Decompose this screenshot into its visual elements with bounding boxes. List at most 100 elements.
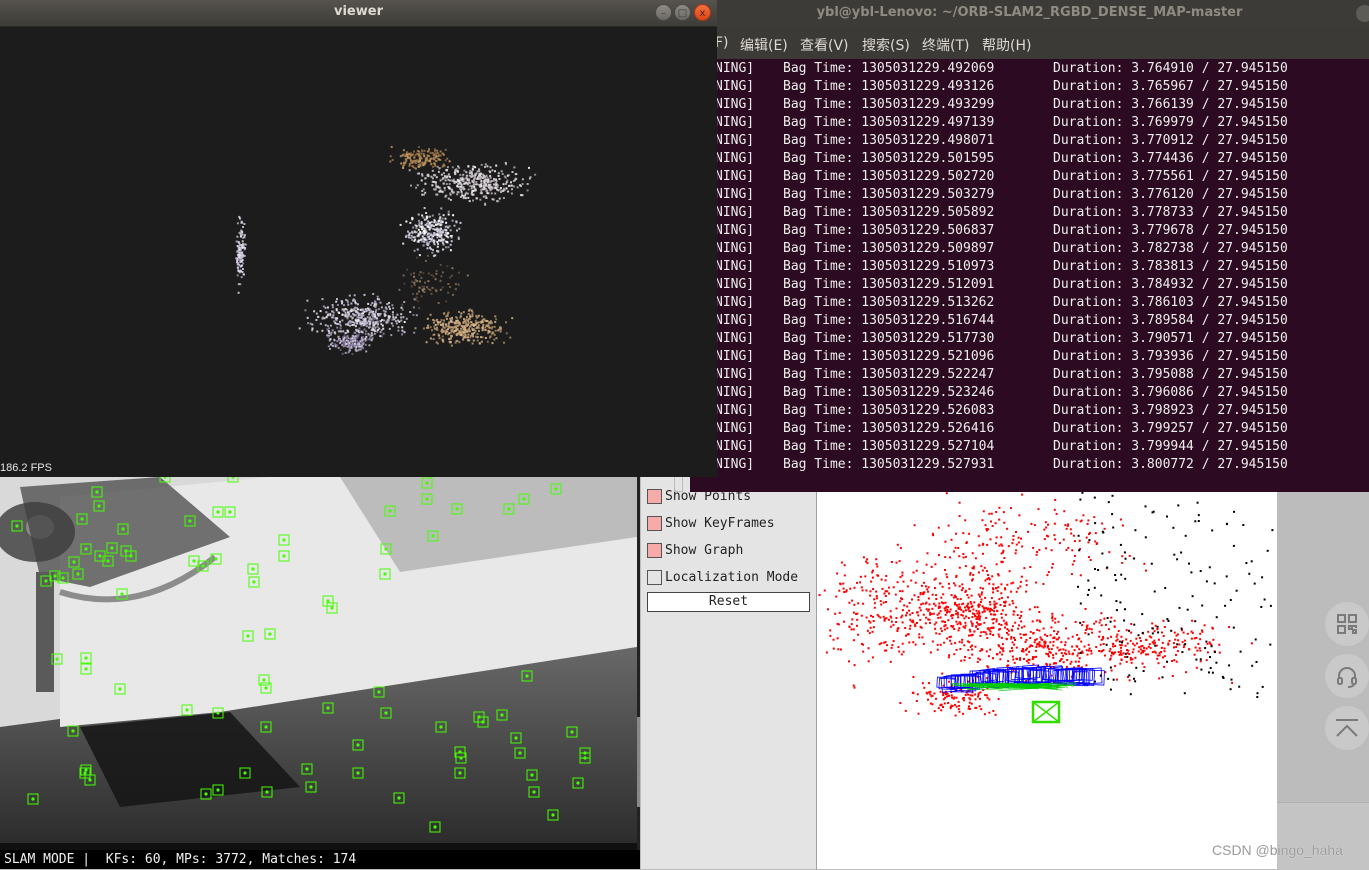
log-level: NING] <box>715 366 754 384</box>
duration: Duration: 3.783813 / 27.945150 <box>1053 258 1288 276</box>
show-graph-checkbox[interactable]: Show Graph <box>647 541 743 559</box>
close-icon: x <box>700 8 706 19</box>
page-side-rail <box>1277 490 1369 869</box>
log-level: NING] <box>715 132 754 150</box>
bag-time: Bag Time: 1305031229.502720 <box>783 168 994 186</box>
map-viewer-window: Show Points Show KeyFrames Show Graph Lo… <box>641 477 1277 869</box>
bag-time: Bag Time: 1305031229.526416 <box>783 420 994 438</box>
bag-time: Bag Time: 1305031229.501595 <box>783 150 994 168</box>
duration: Duration: 3.789584 / 27.945150 <box>1053 312 1288 330</box>
checkbox-label: Show Graph <box>665 543 743 558</box>
bag-time: Bag Time: 1305031229.503279 <box>783 186 994 204</box>
checkbox-box[interactable] <box>647 489 662 504</box>
log-line: NING]Bag Time: 1305031229.492069Duration… <box>690 60 1369 78</box>
checkbox-box[interactable] <box>647 516 662 531</box>
minimize-button[interactable] <box>1356 5 1369 22</box>
duration: Duration: 3.782738 / 27.945150 <box>1053 240 1288 258</box>
duration: Duration: 3.799944 / 27.945150 <box>1053 438 1288 456</box>
localization-mode-checkbox[interactable]: Localization Mode <box>647 568 798 586</box>
log-line: NING]Bag Time: 1305031229.497139Duration… <box>690 114 1369 132</box>
bag-time: Bag Time: 1305031229.512091 <box>783 276 994 294</box>
headset-icon <box>1335 664 1359 688</box>
log-line: NING]Bag Time: 1305031229.509897Duration… <box>690 240 1369 258</box>
log-level: NING] <box>715 114 754 132</box>
checkbox-label: Localization Mode <box>665 570 798 585</box>
log-level: NING] <box>715 276 754 294</box>
camera-image <box>0 477 637 850</box>
reset-button[interactable]: Reset <box>647 592 810 612</box>
duration: Duration: 3.764910 / 27.945150 <box>1053 60 1288 78</box>
menu-help[interactable]: 帮助(H) <box>982 35 1031 55</box>
viewer-titlebar[interactable]: viewer – □ x <box>0 0 717 27</box>
checkbox-box[interactable] <box>647 543 662 558</box>
minimize-button[interactable]: – <box>655 4 672 21</box>
log-line: NING]Bag Time: 1305031229.506837Duration… <box>690 222 1369 240</box>
terminal-cursor <box>674 476 683 492</box>
log-line: NING]Bag Time: 1305031229.526083Duration… <box>690 402 1369 420</box>
frame-scrollbar[interactable] <box>637 477 640 869</box>
duration: Duration: 3.765967 / 27.945150 <box>1053 78 1288 96</box>
log-line: NING] Bag Time: 1305031229.526416 Duration… <box>690 420 1369 438</box>
duration: Duration: 3.784932 / 27.945150 <box>1053 276 1288 294</box>
log-level: NING] <box>715 60 754 78</box>
duration: Duration: 3.793936 / 27.945150 <box>1053 348 1288 366</box>
map-control-panel: Show Points Show KeyFrames Show Graph Lo… <box>641 477 817 869</box>
bag-time: Bag Time: 1305031229.493299 <box>783 96 994 114</box>
camera-frame-canvas <box>0 477 637 850</box>
bag-time: Bag Time: 1305031229.526083 <box>783 402 994 420</box>
duration: Duration: 3.800772 / 27.945150 <box>1053 456 1288 474</box>
minimize-icon: – <box>661 8 666 19</box>
log-level: NING] <box>715 222 754 240</box>
current-camera <box>1033 702 1059 722</box>
window-title: viewer <box>0 4 717 19</box>
log-line: NING]Bag Time: 1305031229.522247Duration… <box>690 366 1369 384</box>
checkbox-box[interactable] <box>647 570 662 585</box>
log-line: NING] Bag Time: 1305031229.512091 Duration… <box>690 276 1369 294</box>
log-level: NING] <box>715 348 754 366</box>
log-level: NING] <box>715 168 754 186</box>
back-to-top-button[interactable] <box>1325 706 1369 750</box>
scrollbar-thumb[interactable] <box>637 717 640 807</box>
log-level: NING] <box>715 402 754 420</box>
duration: Duration: 3.799257 / 27.945150 <box>1053 420 1288 438</box>
terminal-window: ybl@ybl-Lenovo: ~/ORB-SLAM2_RGBD_DENSE_M… <box>690 0 1369 492</box>
menu-terminal[interactable]: 终端(T) <box>922 35 969 55</box>
sparse-map-canvas[interactable] <box>817 477 1277 869</box>
show-keyframes-checkbox[interactable]: Show KeyFrames <box>647 514 775 532</box>
duration: Duration: 3.775561 / 27.945150 <box>1053 168 1288 186</box>
bag-time: Bag Time: 1305031229.493126 <box>783 78 994 96</box>
maximize-button[interactable]: □ <box>674 4 691 21</box>
log-level: NING] <box>715 456 754 474</box>
log-level: NING] <box>715 420 754 438</box>
terminal-menubar: F) 编辑(E) 查看(V) 搜索(S) 终端(T) 帮助(H) <box>690 28 1369 59</box>
menu-edit[interactable]: 编辑(E) <box>740 35 788 55</box>
qr-code-button[interactable] <box>1325 602 1369 646</box>
bag-time: Bag Time: 1305031229.517730 <box>783 330 994 348</box>
log-level: NING] <box>715 438 754 456</box>
customer-service-button[interactable] <box>1325 654 1369 698</box>
menu-view[interactable]: 查看(V) <box>800 35 849 55</box>
log-line: NING]Bag Time: 1305031229.505892Duration… <box>690 204 1369 222</box>
terminal-titlebar[interactable]: ybl@ybl-Lenovo: ~/ORB-SLAM2_RGBD_DENSE_M… <box>690 0 1369 28</box>
menu-search[interactable]: 搜索(S) <box>862 35 910 55</box>
duration: Duration: 3.790571 / 27.945150 <box>1053 330 1288 348</box>
point-cloud-canvas[interactable] <box>0 27 717 460</box>
viewer-window: viewer – □ x 186.2 FPS <box>0 0 717 477</box>
bag-time: Bag Time: 1305031229.513262 <box>783 294 994 312</box>
bag-time: Bag Time: 1305031229.498071 <box>783 132 994 150</box>
fps-readout: 186.2 FPS <box>0 462 52 474</box>
maximize-icon: □ <box>678 8 687 19</box>
log-level: NING] <box>715 240 754 258</box>
log-level: NING] <box>715 294 754 312</box>
close-button[interactable]: x <box>694 4 711 21</box>
log-level: NING] <box>715 96 754 114</box>
point-cloud <box>235 146 536 355</box>
menu-file[interactable]: F) <box>715 35 729 51</box>
duration: Duration: 3.776120 / 27.945150 <box>1053 186 1288 204</box>
log-line: NING] Bag Time: 1305031229.513262 Duration… <box>690 294 1369 312</box>
terminal-output[interactable]: NING]Bag Time: 1305031229.492069Duration… <box>690 59 1369 492</box>
bag-time: Bag Time: 1305031229.521096 <box>783 348 994 366</box>
log-line: NING]Bag Time: 1305031229.516744Duration… <box>690 312 1369 330</box>
duration: Duration: 3.786103 / 27.945150 <box>1053 294 1288 312</box>
bag-time: Bag Time: 1305031229.510973 <box>783 258 994 276</box>
